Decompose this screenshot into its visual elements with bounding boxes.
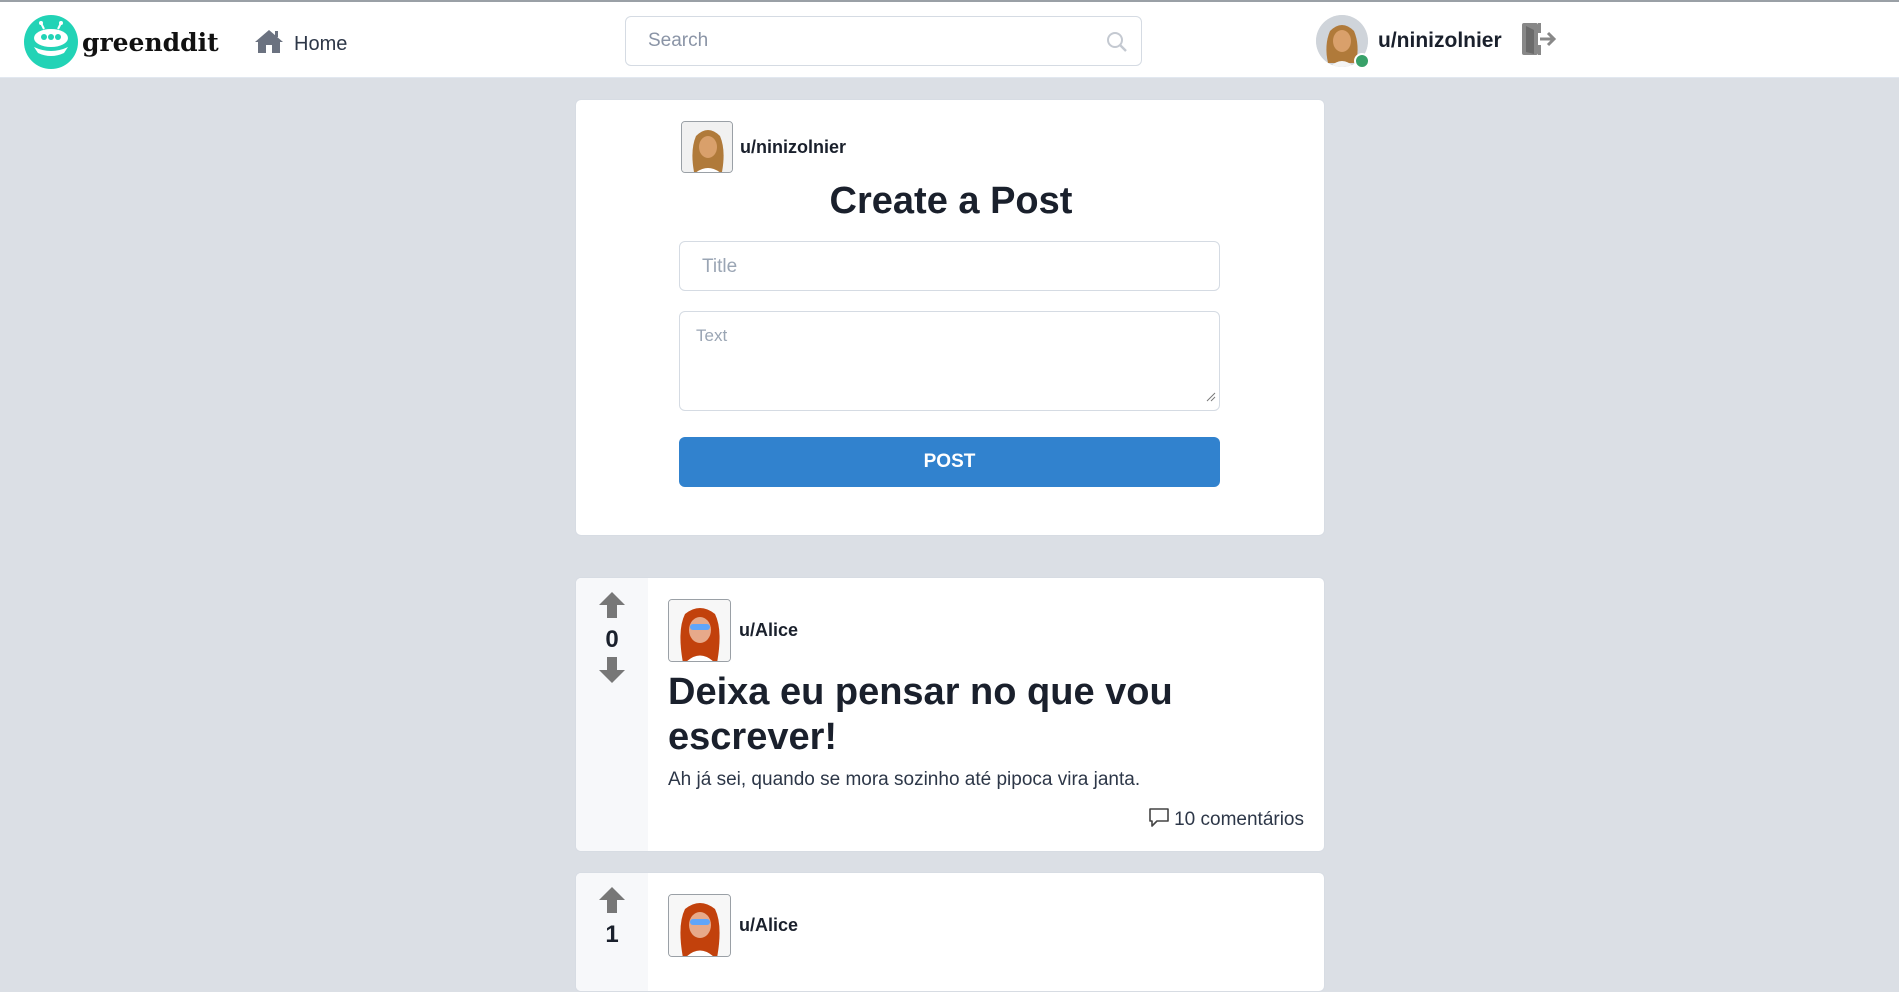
home-link[interactable]: Home <box>254 28 347 60</box>
post-author-name[interactable]: u/Alice <box>739 915 798 936</box>
user-menu: u/ninizolnier <box>1316 15 1558 69</box>
comment-icon <box>1148 806 1170 834</box>
search-box <box>625 16 1142 66</box>
home-icon <box>254 28 284 60</box>
avatar[interactable] <box>681 121 733 173</box>
post-author: u/Alice <box>668 894 798 957</box>
header-username[interactable]: u/ninizolnier <box>1378 29 1502 53</box>
create-post-heading: Create a Post <box>829 180 1073 222</box>
avatar[interactable] <box>1316 15 1370 69</box>
top-navbar: greenddit Home Search u/ninizolnier <box>0 0 1899 78</box>
post-card: 1 u/Alice <box>575 872 1325 992</box>
alien-logo-icon <box>24 15 78 69</box>
post-author: u/Alice <box>668 599 798 662</box>
text-input[interactable] <box>694 324 1208 398</box>
vote-count: 0 <box>605 626 619 653</box>
home-label: Home <box>294 32 348 55</box>
upvote-arrow-icon[interactable] <box>598 886 626 919</box>
logout-icon[interactable] <box>1520 21 1558 62</box>
post-author-name[interactable]: u/Alice <box>739 620 798 641</box>
online-status-dot <box>1354 53 1370 69</box>
vote-column: 1 <box>576 873 648 991</box>
comments-link[interactable]: 10 comentários <box>1148 806 1304 834</box>
downvote-arrow-icon[interactable] <box>598 656 626 689</box>
upvote-arrow-icon[interactable] <box>598 591 626 624</box>
post-body: Ah já sei, quando se mora sozinho até pi… <box>668 769 1141 790</box>
post-button[interactable]: POST <box>679 437 1220 487</box>
brand-logo[interactable]: greenddit <box>24 15 219 69</box>
search-input[interactable] <box>646 29 1090 53</box>
text-field <box>679 311 1220 411</box>
title-field <box>679 241 1220 291</box>
vote-column: 0 <box>576 578 648 851</box>
avatar[interactable] <box>668 894 731 957</box>
vote-count: 1 <box>605 921 619 948</box>
create-post-username: u/ninizolnier <box>740 136 846 157</box>
search-icon[interactable] <box>1105 30 1129 59</box>
brand-name: greenddit <box>82 27 219 57</box>
post-title[interactable]: Deixa eu pensar no que vou escrever! <box>668 670 1228 760</box>
comments-count: 10 comentários <box>1174 809 1304 830</box>
title-input[interactable] <box>700 255 1204 279</box>
resize-grip-icon[interactable] <box>1206 389 1216 407</box>
post-card: 0 u/Alice Deixa eu pensar no que vou esc… <box>575 577 1325 852</box>
avatar[interactable] <box>668 599 731 662</box>
create-post-author: u/ninizolnier <box>681 121 846 173</box>
create-post-card: u/ninizolnier Create a Post POST <box>575 99 1325 536</box>
